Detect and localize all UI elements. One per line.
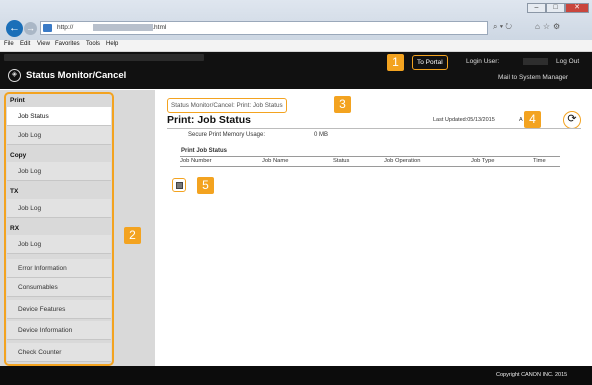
col-time: Time [533,156,560,167]
to-portal-button[interactable]: To Portal [412,55,448,70]
redacted-device-name [4,54,204,61]
stop-icon [175,181,183,189]
menu-view[interactable]: View [37,41,50,47]
forward-arrow-icon[interactable]: → [24,22,37,35]
print-job-status-label: Print Job Status [181,148,228,154]
menu-favorites[interactable]: Favorites [55,41,80,47]
home-star-gear-icons[interactable]: ⌂☆⚙ [535,22,585,34]
callout-badge-5: 5 [197,177,214,194]
table-header-row: Job Number Job Name Status Job Operation… [180,156,560,167]
menu-help[interactable]: Help [106,41,118,47]
redacted-user-name [523,58,548,65]
menu-edit[interactable]: Edit [20,41,30,47]
title-divider [167,128,581,129]
mail-system-manager-link[interactable]: Mail to System Manager [498,74,568,81]
login-user-label: Login User: [466,58,500,65]
refresh-icon[interactable]: ⟳ [563,111,581,129]
job-status-table: Job Number Job Name Status Job Operation… [180,156,560,167]
menu-file[interactable]: File [4,41,14,47]
callout-badge-1: 1 [387,54,404,71]
callout-badge-2: 2 [124,227,141,244]
minimize-button[interactable]: – [527,3,546,13]
col-job-type: Job Type [471,156,533,167]
last-updated-text: Last Updated:05/13/2015 [433,117,495,123]
page-title: Print: Job Status [167,114,252,126]
col-job-operation: Job Operation [384,156,471,167]
col-job-name: Job Name [262,156,333,167]
logout-link[interactable]: Log Out [556,58,579,65]
redacted-url [93,24,153,31]
status-monitor-logo-icon: ◈ [8,69,21,82]
search-refresh-icons[interactable]: ⌕ ▾ ↻ [493,22,527,34]
menu-tools[interactable]: Tools [86,41,100,47]
callout-badge-3: 3 [334,96,351,113]
menu-bar: File Edit View Favorites Tools Help [0,40,592,52]
col-status: Status [333,156,384,167]
breadcrumb: Status Monitor/Cancel: Print: Job Status [167,98,287,113]
callout-badge-4: 4 [524,111,541,128]
app-title: Status Monitor/Cancel [26,70,127,81]
sidebar-highlight-frame [4,92,114,366]
copyright-text: Copyright CANON INC. 2015 [496,372,568,378]
maximize-button[interactable]: □ [546,3,565,13]
close-window-button[interactable]: ✕ [565,3,589,13]
secure-print-memory-value: 0 MB [314,132,329,138]
back-arrow-icon[interactable]: ← [6,20,23,37]
secure-print-memory-label: Secure Print Memory Usage: [188,132,266,138]
page-favicon-icon [43,24,52,32]
a-mark: A [519,117,523,123]
address-text: http:// [57,24,74,31]
col-job-number: Job Number [180,156,262,167]
